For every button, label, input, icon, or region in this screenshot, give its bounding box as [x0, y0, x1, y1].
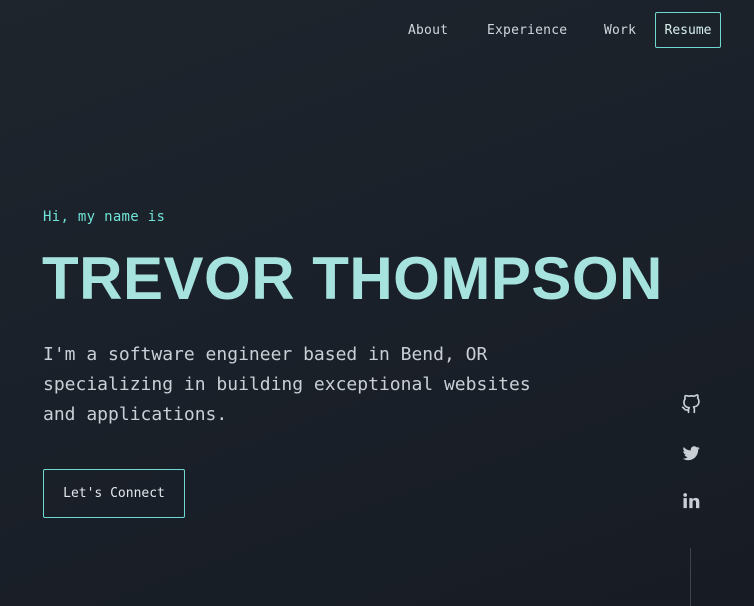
hero-name: TREVOR THOMPSON — [42, 245, 663, 312]
lets-connect-button[interactable]: Let's Connect — [43, 469, 185, 518]
top-nav: About Experience Work Resume — [0, 0, 754, 62]
nav-link-about[interactable]: About — [408, 22, 448, 40]
nav-link-experience[interactable]: Experience — [487, 22, 567, 40]
twitter-icon[interactable] — [681, 443, 701, 463]
resume-button[interactable]: Resume — [655, 12, 721, 48]
tagline-line: specializing in building exceptional web… — [43, 374, 531, 395]
linkedin-icon[interactable] — [681, 491, 701, 511]
nav-link-work[interactable]: Work — [604, 22, 636, 40]
github-icon[interactable] — [681, 394, 701, 414]
tagline-line: I'm a software engineer based in Bend, O… — [43, 344, 488, 365]
social-divider-line — [690, 548, 691, 606]
hero-tagline: I'm a software engineer based in Bend, O… — [43, 340, 563, 430]
hero-greeting: Hi, my name is — [43, 209, 166, 225]
tagline-line: and applications. — [43, 404, 228, 425]
